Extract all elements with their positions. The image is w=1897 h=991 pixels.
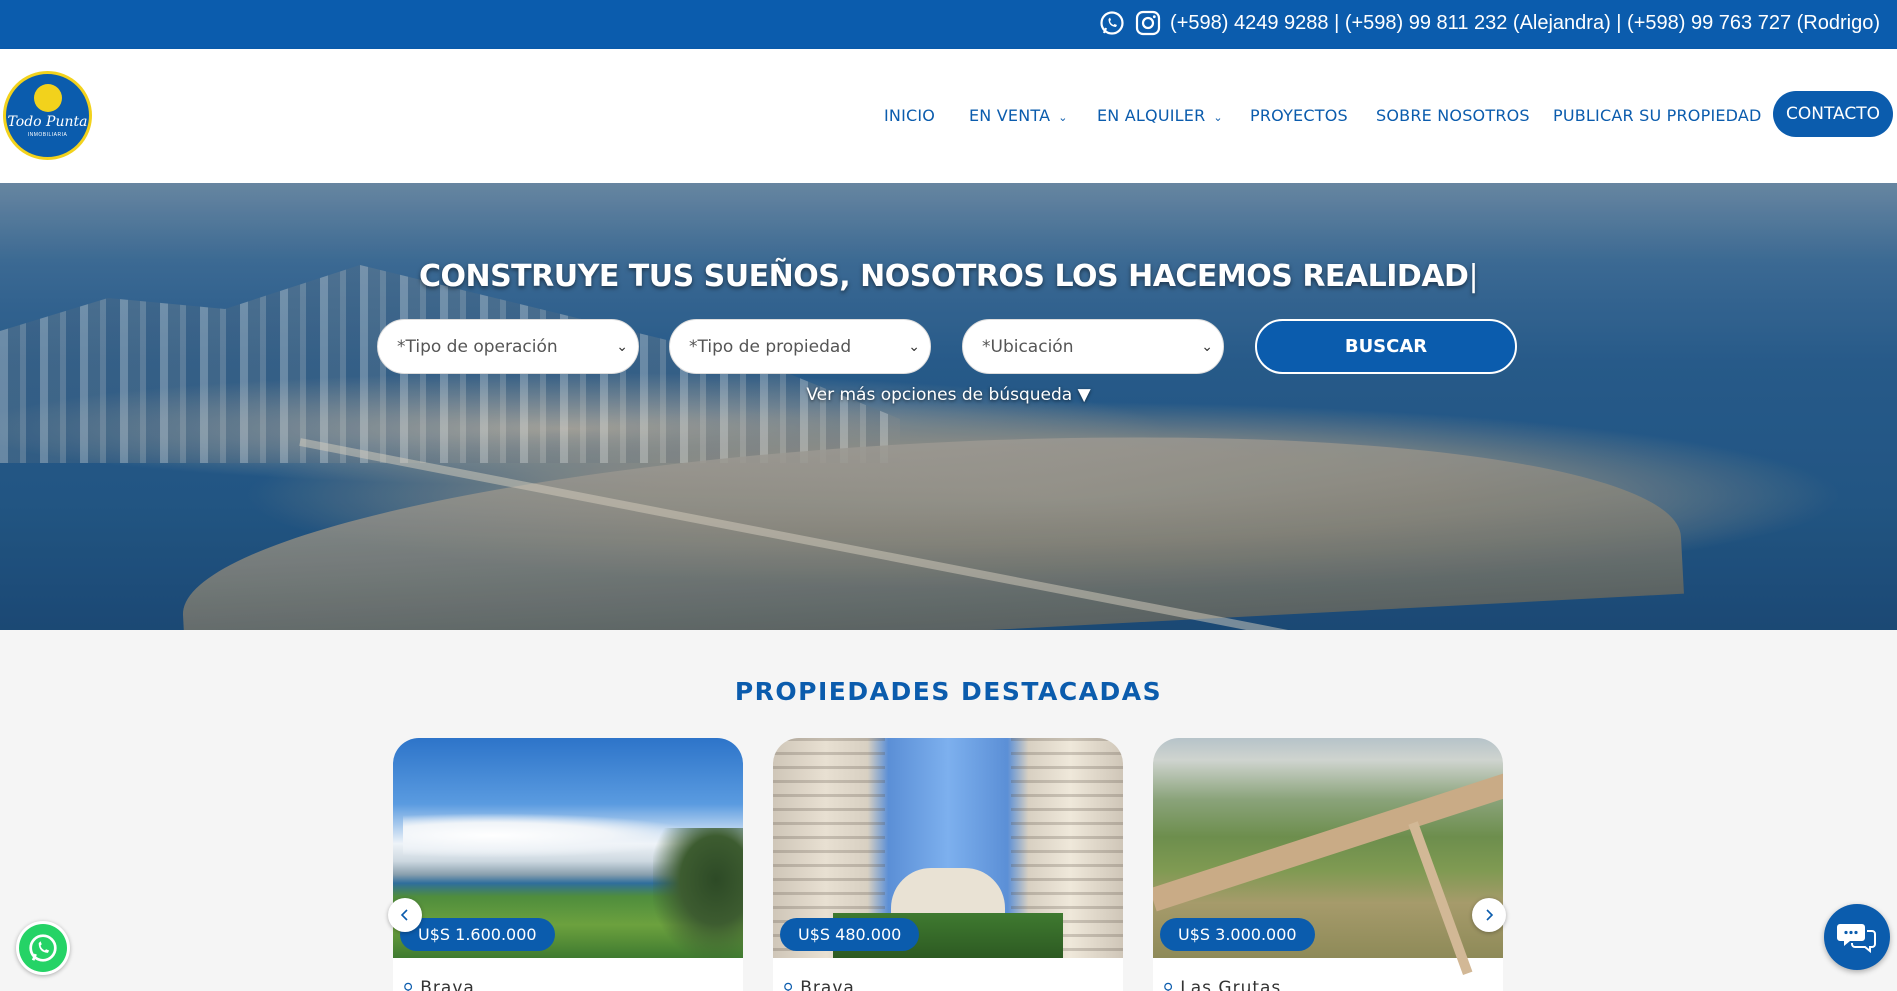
carousel-prev-button[interactable]: [388, 898, 422, 932]
whatsapp-icon[interactable]: [1098, 9, 1126, 37]
price-badge: U$S 3.000.000: [1160, 918, 1315, 951]
chat-button[interactable]: [1824, 904, 1890, 970]
chevron-down-icon: ⌄: [1058, 111, 1068, 124]
property-location: ⚲ Brava: [403, 978, 475, 991]
hero-title: CONSTRUYE TUS SUEÑOS, NOSOTROS LOS HACEM…: [418, 259, 1479, 294]
property-photo[interactable]: U$S 1.600.000: [393, 738, 743, 958]
whatsapp-float-button[interactable]: [16, 921, 70, 975]
map-pin-icon: ⚲: [783, 981, 795, 991]
phone-numbers[interactable]: (+598) 4249 9288 | (+598) 99 811 232 (Al…: [1170, 12, 1880, 35]
nav-sobre-nosotros[interactable]: SOBRE NOSOTROS: [1376, 106, 1530, 125]
operation-type-select[interactable]: *Tipo de operación ⌄: [377, 319, 639, 374]
property-photo[interactable]: U$S 480.000: [773, 738, 1123, 958]
contact-info: (+598) 4249 9288 | (+598) 99 811 232 (Al…: [1098, 9, 1880, 37]
price-badge: U$S 1.600.000: [400, 918, 555, 951]
carousel-next-button[interactable]: [1472, 898, 1506, 932]
property-location: ⚲ Brava: [783, 978, 855, 991]
price-badge: U$S 480.000: [780, 918, 920, 951]
location-select[interactable]: *Ubicación ⌄: [962, 319, 1224, 374]
property-card[interactable]: U$S 3.000.000 ⚲ Las Grutas: [1153, 738, 1503, 991]
nav-en-venta[interactable]: EN VENTA ⌄: [969, 106, 1068, 125]
chat-bubbles-icon: [1837, 924, 1876, 954]
property-photo[interactable]: U$S 3.000.000: [1153, 738, 1503, 976]
property-card[interactable]: U$S 480.000 ⚲ Brava: [773, 738, 1123, 991]
nav-inicio[interactable]: INICIO: [884, 106, 935, 125]
chevron-down-icon: ⌄: [908, 338, 920, 355]
chevron-left-icon: [400, 909, 408, 921]
property-location: ⚲ Las Grutas: [1163, 978, 1281, 991]
instagram-icon[interactable]: [1134, 9, 1162, 37]
chevron-down-icon: ⌄: [1213, 111, 1223, 124]
nav-proyectos[interactable]: PROYECTOS: [1250, 106, 1348, 125]
more-search-options-link[interactable]: Ver más opciones de búsqueda ▼: [0, 385, 1897, 405]
chevron-down-icon: ⌄: [616, 338, 628, 355]
search-button[interactable]: BUSCAR: [1255, 319, 1517, 374]
nav-publicar-su-propiedad[interactable]: PUBLICAR SU PROPIEDAD: [1553, 106, 1762, 125]
map-pin-icon: ⚲: [1163, 981, 1175, 991]
contact-button[interactable]: CONTACTO: [1773, 91, 1893, 137]
map-pin-icon: ⚲: [403, 981, 415, 991]
property-card[interactable]: U$S 1.600.000 ⚲ Brava: [393, 738, 743, 991]
nav-en-alquiler[interactable]: EN ALQUILER ⌄: [1097, 106, 1223, 125]
typing-cursor: |: [1468, 259, 1479, 294]
chevron-down-icon: ⌄: [1201, 338, 1213, 355]
site-header: Todo Punta INMOBILIARIA INICIO EN VENTA ⌄…: [0, 49, 1897, 183]
featured-section-title: PROPIEDADES DESTACADAS: [734, 677, 1163, 706]
top-contact-bar: (+598) 4249 9288 | (+598) 99 811 232 (Al…: [0, 0, 1897, 49]
property-type-select[interactable]: *Tipo de propiedad ⌄: [669, 319, 931, 374]
chevron-right-icon: [1486, 909, 1494, 921]
whatsapp-icon: [19, 924, 67, 972]
main-nav: INICIO EN VENTA ⌄ EN ALQUILER ⌄ PROYECTOS …: [0, 49, 1897, 183]
hero-banner: CONSTRUYE TUS SUEÑOS, NOSOTROS LOS HACEM…: [0, 183, 1897, 630]
